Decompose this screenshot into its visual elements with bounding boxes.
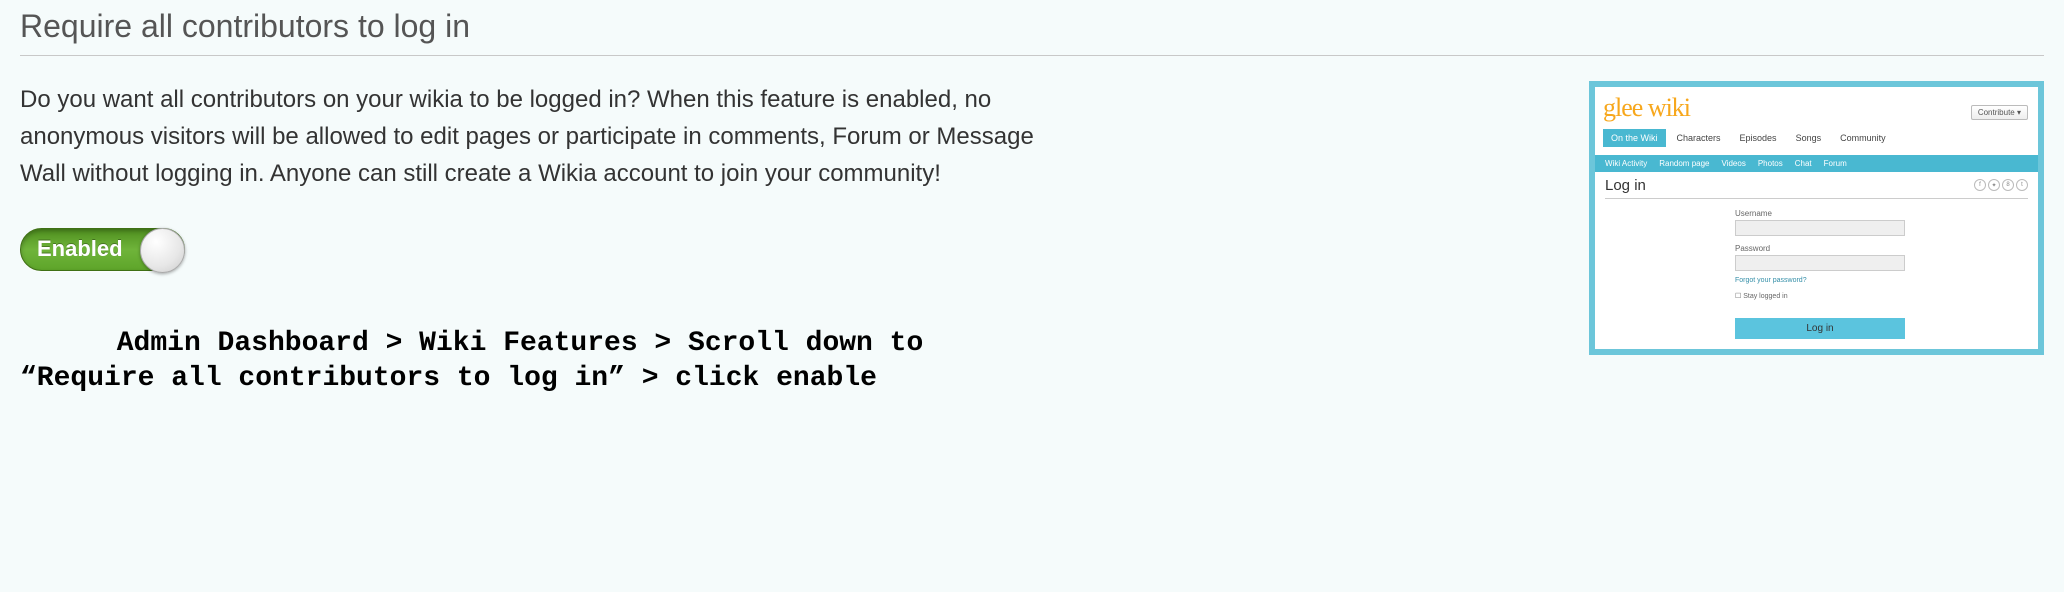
toggle-label: Enabled [21,236,123,262]
preview-subnav-item: Chat [1795,159,1812,168]
preview-subnav-item: Wiki Activity [1605,159,1647,168]
preview-social-icons: f ✦ 8 t [1974,179,2028,191]
preview-tab: Characters [1669,129,1729,147]
social-icon: f [1974,179,1986,191]
preview-username-label: Username [1735,209,1905,218]
preview-stay-label: Stay logged in [1743,293,1787,300]
preview-password-field [1735,255,1905,271]
preview-subnav-item: Forum [1824,159,1847,168]
feature-description: Do you want all contributors on your wik… [20,81,1050,193]
preview-tab: Songs [1788,129,1830,147]
preview-subnav-item: Videos [1722,159,1746,168]
preview-login-button: Log in [1735,318,1905,339]
help-path: Admin Dashboard > Wiki Features > Scroll… [20,326,1020,396]
enable-toggle[interactable]: Enabled [20,228,185,271]
preview-image: glee wiki Contribute On the Wiki Charact… [1589,81,2044,355]
social-icon: t [2016,179,2028,191]
feature-title: Require all contributors to log in [20,8,2044,45]
preview-stay-checkbox: ☐ Stay logged in [1735,292,1905,300]
preview-tab: On the Wiki [1603,129,1666,147]
toggle-knob [140,228,185,273]
preview-tab: Episodes [1732,129,1785,147]
preview-forgot-link: Forgot your password? [1735,277,1905,284]
social-icon: 8 [2002,179,2014,191]
help-line-2: “Require all contributors to log in” > c… [20,361,1020,396]
preview-login-title: Log in f ✦ 8 t [1605,177,2028,199]
preview-password-label: Password [1735,244,1905,253]
help-line-1: Admin Dashboard > Wiki Features > Scroll… [20,326,1020,361]
preview-contribute-button: Contribute [1971,105,2028,120]
preview-username-field [1735,220,1905,236]
preview-tab: Community [1832,129,1894,147]
preview-logo: glee wiki [1603,93,2030,123]
preview-login-title-text: Log in [1605,177,1646,194]
preview-subnav-item: Photos [1758,159,1783,168]
social-icon: ✦ [1988,179,2000,191]
preview-subnav-item: Random page [1659,159,1709,168]
